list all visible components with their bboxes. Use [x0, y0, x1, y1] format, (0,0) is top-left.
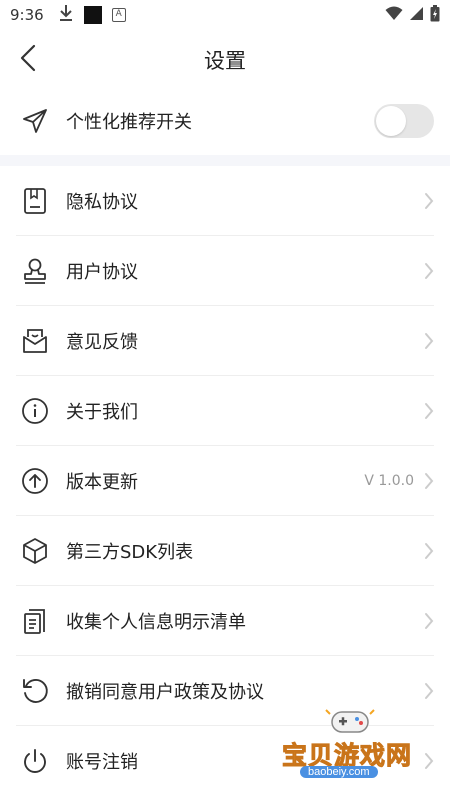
upgrade-arrow-icon: [20, 466, 50, 496]
a-notification-icon: A: [111, 8, 126, 22]
notification-icons: A: [58, 4, 126, 26]
chevron-right-icon: [422, 401, 436, 421]
power-icon: [20, 746, 50, 776]
menu-item-label: 账号注销: [66, 752, 138, 773]
menu-item-label: 用户协议: [66, 262, 138, 283]
menu-item-version-update[interactable]: 版本更新 V 1.0.0: [0, 446, 450, 516]
chevron-right-icon: [422, 541, 436, 561]
user-stamp-icon: [20, 256, 50, 286]
chevron-right-icon: [422, 261, 436, 281]
menu-item-label: 版本更新: [66, 472, 138, 493]
list-document-icon: [20, 606, 50, 636]
section-divider: [0, 155, 450, 166]
settings-menu-list: 隐私协议 用户协议 意见反馈 关于我们 版本更新 V 1.0.0 第三方SDK列…: [0, 166, 450, 796]
feedback-envelope-icon: [20, 326, 50, 356]
menu-item-privacy-agreement[interactable]: 隐私协议: [0, 166, 450, 236]
system-icons: [385, 4, 440, 26]
document-icon: [20, 186, 50, 216]
menu-item-personal-info-list[interactable]: 收集个人信息明示清单: [0, 586, 450, 656]
info-icon: [20, 396, 50, 426]
chevron-right-icon: [422, 611, 436, 631]
page-title: 设置: [204, 49, 246, 73]
menu-item-label: 意见反馈: [66, 332, 138, 353]
chevron-right-icon: [422, 331, 436, 351]
menu-item-label: 第三方SDK列表: [66, 542, 194, 563]
cube-icon: [20, 536, 50, 566]
menu-item-label: 关于我们: [66, 402, 138, 423]
menu-item-label: 撤销同意用户政策及协议: [66, 682, 264, 703]
menu-item-label: 隐私协议: [66, 192, 138, 213]
menu-item-feedback[interactable]: 意见反馈: [0, 306, 450, 376]
toggle-knob: [376, 106, 406, 136]
personalized-recommendation-toggle[interactable]: [374, 104, 434, 138]
menu-item-label: 收集个人信息明示清单: [66, 612, 246, 633]
status-bar: 9:36 A: [0, 0, 450, 30]
version-value: V 1.0.0: [364, 473, 414, 489]
watermark: 宝贝游戏网 baobeiy.com: [276, 706, 426, 786]
menu-item-about-us[interactable]: 关于我们: [0, 376, 450, 446]
wifi-icon: [385, 6, 403, 25]
watermark-url: baobeiy.com: [300, 766, 378, 778]
nav-bar: 设置: [0, 30, 450, 86]
download-icon: [58, 4, 74, 26]
menu-item-third-party-sdk-list[interactable]: 第三方SDK列表: [0, 516, 450, 586]
signal-icon: [409, 6, 424, 25]
paper-plane-icon: [20, 106, 50, 136]
status-time: 9:36: [10, 6, 44, 24]
black-square-icon: [83, 6, 102, 24]
battery-icon: [430, 4, 440, 26]
chevron-right-icon: [422, 681, 436, 701]
personalized-recommendation-row: 个性化推荐开关: [0, 88, 450, 154]
menu-item-user-agreement[interactable]: 用户协议: [0, 236, 450, 306]
chevron-right-icon: [422, 471, 436, 491]
toggle-label: 个性化推荐开关: [66, 112, 192, 133]
revoke-icon: [20, 676, 50, 706]
chevron-right-icon: [422, 191, 436, 211]
